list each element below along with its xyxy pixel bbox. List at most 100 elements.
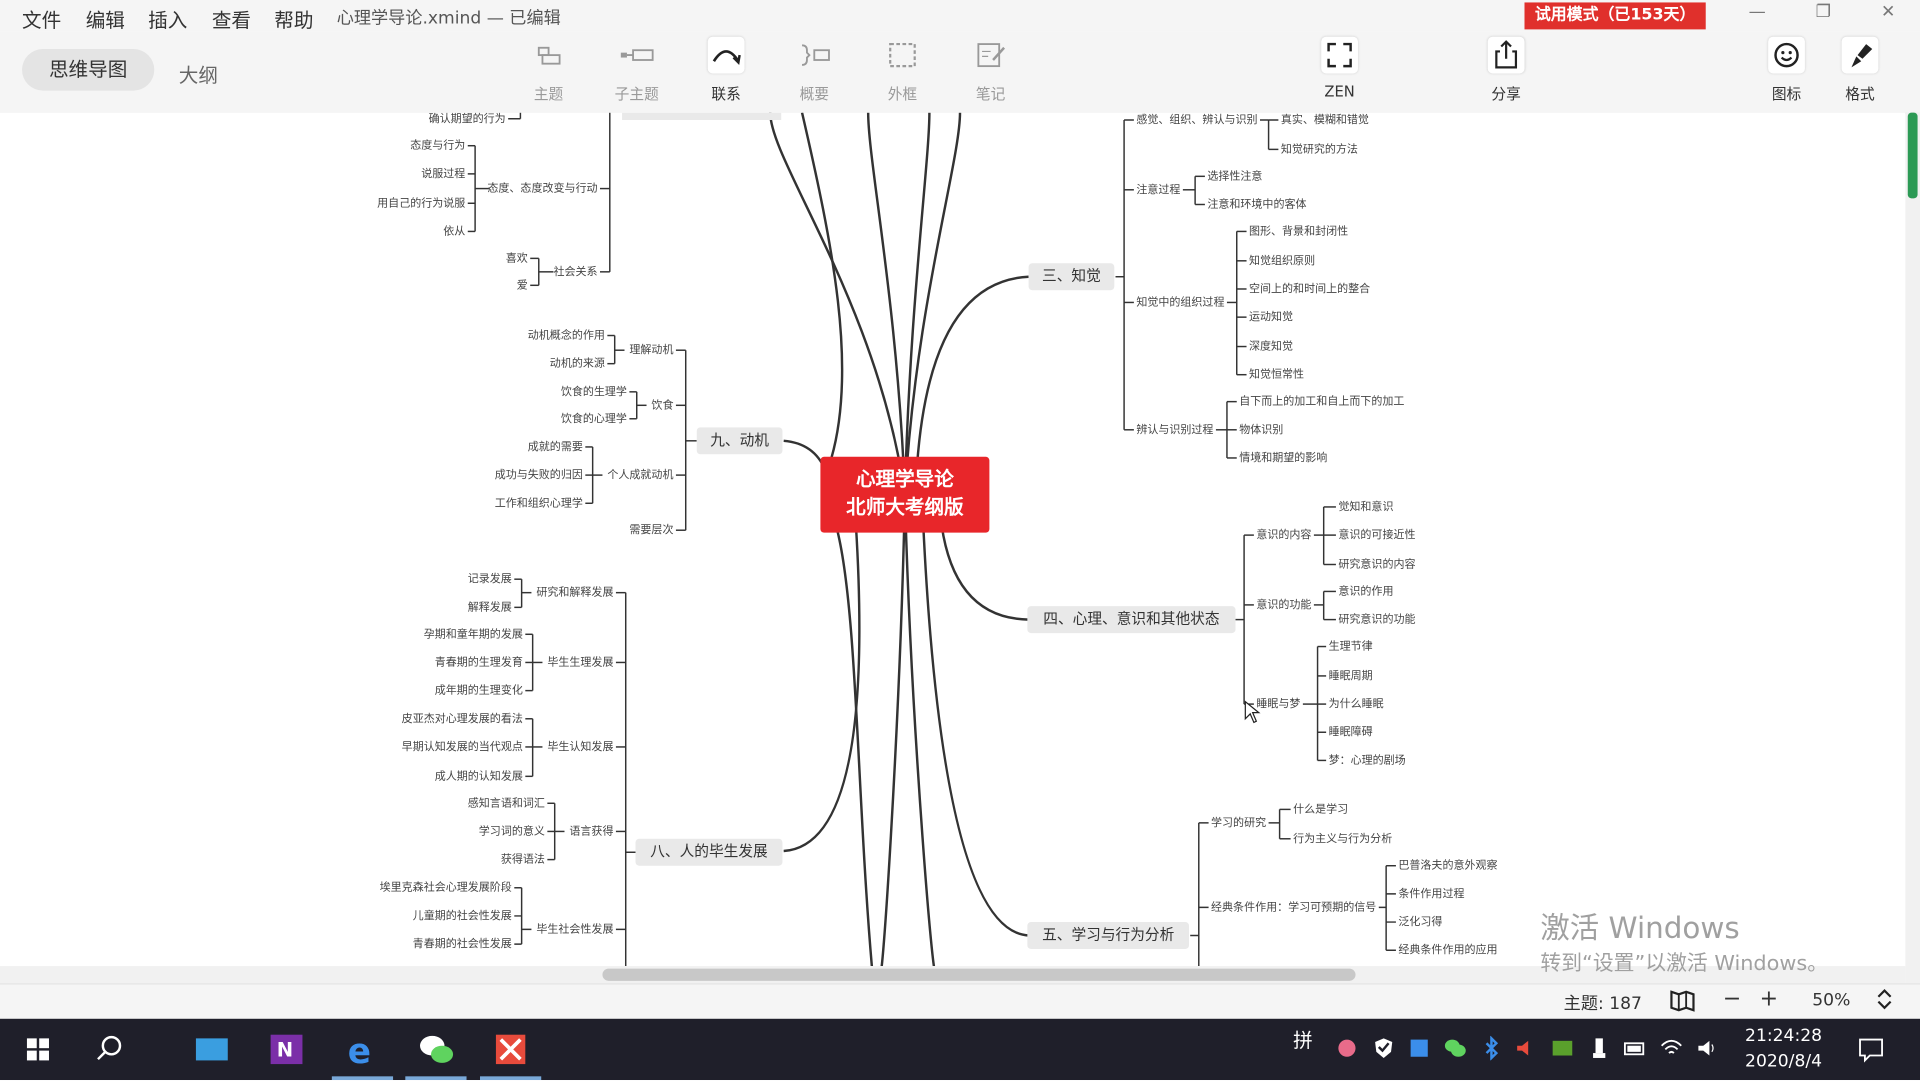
horizontal-scroll-thumb[interactable] [602, 968, 1356, 981]
subtopic-label[interactable]: 理解动机 [629, 342, 673, 356]
leaf-topic-label[interactable]: 为什么睡眠 [1329, 697, 1384, 710]
topic-button[interactable]: 主题 [514, 37, 583, 104]
leaf-topic-label[interactable]: 孕期和童年期的发展 [424, 626, 523, 640]
leaf-topic-label[interactable]: 皮亚杰对心理发展的看法 [402, 711, 523, 725]
leaf-topic-label[interactable]: 自下而上的加工和自上而下的加工 [1239, 394, 1404, 408]
vertical-scroll-thumb[interactable] [1907, 112, 1918, 199]
leaf-topic-label[interactable]: 成年期的生理变化 [435, 683, 523, 697]
speaker-icon[interactable] [1695, 1036, 1719, 1060]
leaf-topic-label[interactable]: 早期认知发展的当代观点 [402, 739, 523, 753]
leaf-topic-label[interactable]: 爱 [517, 278, 528, 291]
leaf-topic-label[interactable]: 图形、背景和封闭性 [1249, 223, 1348, 237]
menu-view[interactable]: 查看 [212, 4, 251, 33]
leaf-topic-label[interactable]: 空间上的和时间上的整合 [1249, 281, 1370, 295]
subtopic-label[interactable]: 知觉中的组织过程 [1136, 294, 1224, 308]
menu-file[interactable]: 文件 [22, 4, 61, 33]
subtopic-label[interactable]: 饮食 [651, 397, 673, 411]
leaf-topic-label[interactable]: 喜欢 [506, 250, 528, 264]
map-overview-icon[interactable] [1669, 988, 1696, 1017]
leaf-topic-label[interactable]: 情境和期望的影响 [1239, 450, 1327, 464]
notification-center-icon[interactable] [1858, 1036, 1883, 1063]
subtopic-label[interactable]: 睡眠与梦 [1256, 697, 1300, 710]
leaf-topic-label[interactable]: 确认期望的行为 [429, 113, 506, 125]
start-button[interactable] [7, 1019, 68, 1080]
zoom-level[interactable]: 50% [1812, 991, 1850, 1011]
subtopic-label[interactable]: 研究和解释发展 [536, 585, 613, 599]
tray-app-icon[interactable] [1335, 1036, 1359, 1060]
subtopic-label[interactable]: 毕生生理发展 [547, 654, 613, 668]
leaf-topic-label[interactable]: 成就的需要 [528, 439, 583, 453]
subtopic-label[interactable]: 毕生社会性发展 [536, 921, 613, 935]
menu-help[interactable]: 帮助 [274, 4, 313, 33]
subtopic-label[interactable]: 感觉、组织、辨认与识别 [1136, 113, 1257, 126]
branch-perception[interactable]: 三、知觉 [1042, 268, 1101, 285]
branch-motivation[interactable]: 九、动机 [710, 432, 769, 449]
close-icon[interactable]: ✕ [1870, 2, 1907, 22]
leaf-topic-label[interactable]: 运动知觉 [1249, 309, 1293, 323]
subtopic-label[interactable]: 经典条件作用：学习可预期的信号 [1211, 899, 1376, 913]
bluetooth-icon[interactable] [1479, 1035, 1503, 1061]
zoom-out-button[interactable]: − [1723, 986, 1741, 1012]
nvidia-icon[interactable] [1550, 1036, 1574, 1060]
subtopic-label[interactable]: 个人成就动机 [607, 467, 673, 481]
restore-icon[interactable]: ❐ [1805, 2, 1842, 22]
leaf-topic-label[interactable]: 解释发展 [468, 599, 512, 613]
clock[interactable]: 21:24:28 2020/8/4 [1745, 1024, 1822, 1075]
search-button[interactable] [78, 1019, 139, 1080]
subtopic-label[interactable]: 意识的内容 [1256, 527, 1311, 541]
leaf-topic-label[interactable]: 意识的可接近性 [1338, 527, 1415, 541]
leaf-topic-label[interactable]: 睡眠障碍 [1329, 724, 1373, 738]
mindmap-canvas[interactable]: 心理学导论 北师大考纲版 九、动机 八、人的毕生发展 三、知觉 四、心理、意识和其他状态五… [0, 112, 1906, 967]
leaf-topic-label[interactable]: 巴普洛夫的意外观察 [1398, 858, 1497, 872]
trial-badge[interactable]: 试用模式（已153天） [1524, 2, 1706, 30]
leaf-topic-label[interactable]: 成功与失败的归因 [495, 467, 583, 481]
wechat-button[interactable] [405, 1019, 467, 1081]
tab-outline[interactable]: 大纲 [179, 59, 218, 88]
leaf-topic-label[interactable]: 知觉研究的方法 [1281, 141, 1358, 155]
leaf-topic-label[interactable]: 埃里克森社会心理发展阶段 [380, 880, 512, 894]
volume-muted-icon[interactable] [1513, 1036, 1537, 1060]
leaf-topic-label[interactable]: 条件作用过程 [1398, 886, 1464, 900]
subtopic-label[interactable]: 态度、态度改变与行动 [487, 181, 597, 195]
tray-sync-icon[interactable] [1407, 1036, 1431, 1060]
xmind-button[interactable] [480, 1019, 542, 1081]
leaf-topic-label[interactable]: 选择性注意 [1207, 168, 1262, 182]
leaf-topic-label[interactable]: 注意和环境中的客体 [1207, 196, 1306, 210]
leaf-topic-label[interactable]: 研究意识的内容 [1338, 556, 1415, 570]
vertical-scrollbar[interactable] [1905, 112, 1920, 984]
branch-learning[interactable]: 五、学习与行为分析 [1042, 927, 1175, 944]
zoom-in-button[interactable]: + [1760, 986, 1778, 1012]
leaf-topic-label[interactable]: 饮食的心理学 [561, 411, 627, 425]
wifi-icon[interactable] [1659, 1036, 1683, 1060]
file-explorer-button[interactable] [181, 1019, 242, 1080]
subtopic-label[interactable]: 意识的功能 [1256, 597, 1311, 611]
leaf-topic-label[interactable]: 睡眠周期 [1329, 669, 1373, 682]
menu-insert[interactable]: 插入 [148, 4, 187, 33]
subtopic-label[interactable]: 毕生认知发展 [547, 739, 613, 753]
summary-button[interactable]: 概要 [780, 37, 849, 104]
leaf-topic-label[interactable]: 生理节律 [1329, 639, 1373, 653]
edge-button[interactable]: e [331, 1019, 394, 1081]
leaf-topic-label[interactable]: 物体识别 [1239, 422, 1283, 436]
leaf-topic-label[interactable]: 儿童期的社会性发展 [413, 908, 512, 922]
tab-mindmap[interactable]: 思维导图 [22, 48, 155, 91]
branch-lifespan-development[interactable]: 八、人的毕生发展 [650, 843, 768, 860]
shield-icon[interactable] [1371, 1036, 1395, 1060]
leaf-topic-label[interactable]: 获得语法 [501, 852, 545, 866]
note-button[interactable]: 笔记 [956, 37, 1025, 104]
leaf-topic-label[interactable]: 饮食的生理学 [561, 384, 627, 398]
leaf-topic-label[interactable]: 真实、模糊和错觉 [1281, 113, 1369, 126]
leaf-topic-label[interactable]: 用自己的行为说服 [377, 195, 465, 209]
subtopic-label[interactable]: 需要层次 [629, 522, 673, 536]
onenote-button[interactable]: N [256, 1019, 317, 1080]
leaf-topic-label[interactable]: 泛化习得 [1398, 914, 1442, 928]
menu-edit[interactable]: 编辑 [86, 4, 125, 33]
leaf-topic-label[interactable]: 知觉组织原则 [1249, 253, 1315, 267]
boundary-button[interactable]: 外框 [868, 37, 937, 104]
leaf-topic-label[interactable]: 觉知和意识 [1338, 499, 1393, 513]
usb-device-icon[interactable] [1587, 1036, 1611, 1060]
leaf-topic-label[interactable]: 感知言语和词汇 [468, 795, 545, 809]
relationship-button[interactable]: 联系 [692, 36, 761, 104]
leaf-topic-label[interactable]: 知觉恒常性 [1249, 367, 1304, 381]
leaf-topic-label[interactable]: 什么是学习 [1293, 801, 1348, 815]
